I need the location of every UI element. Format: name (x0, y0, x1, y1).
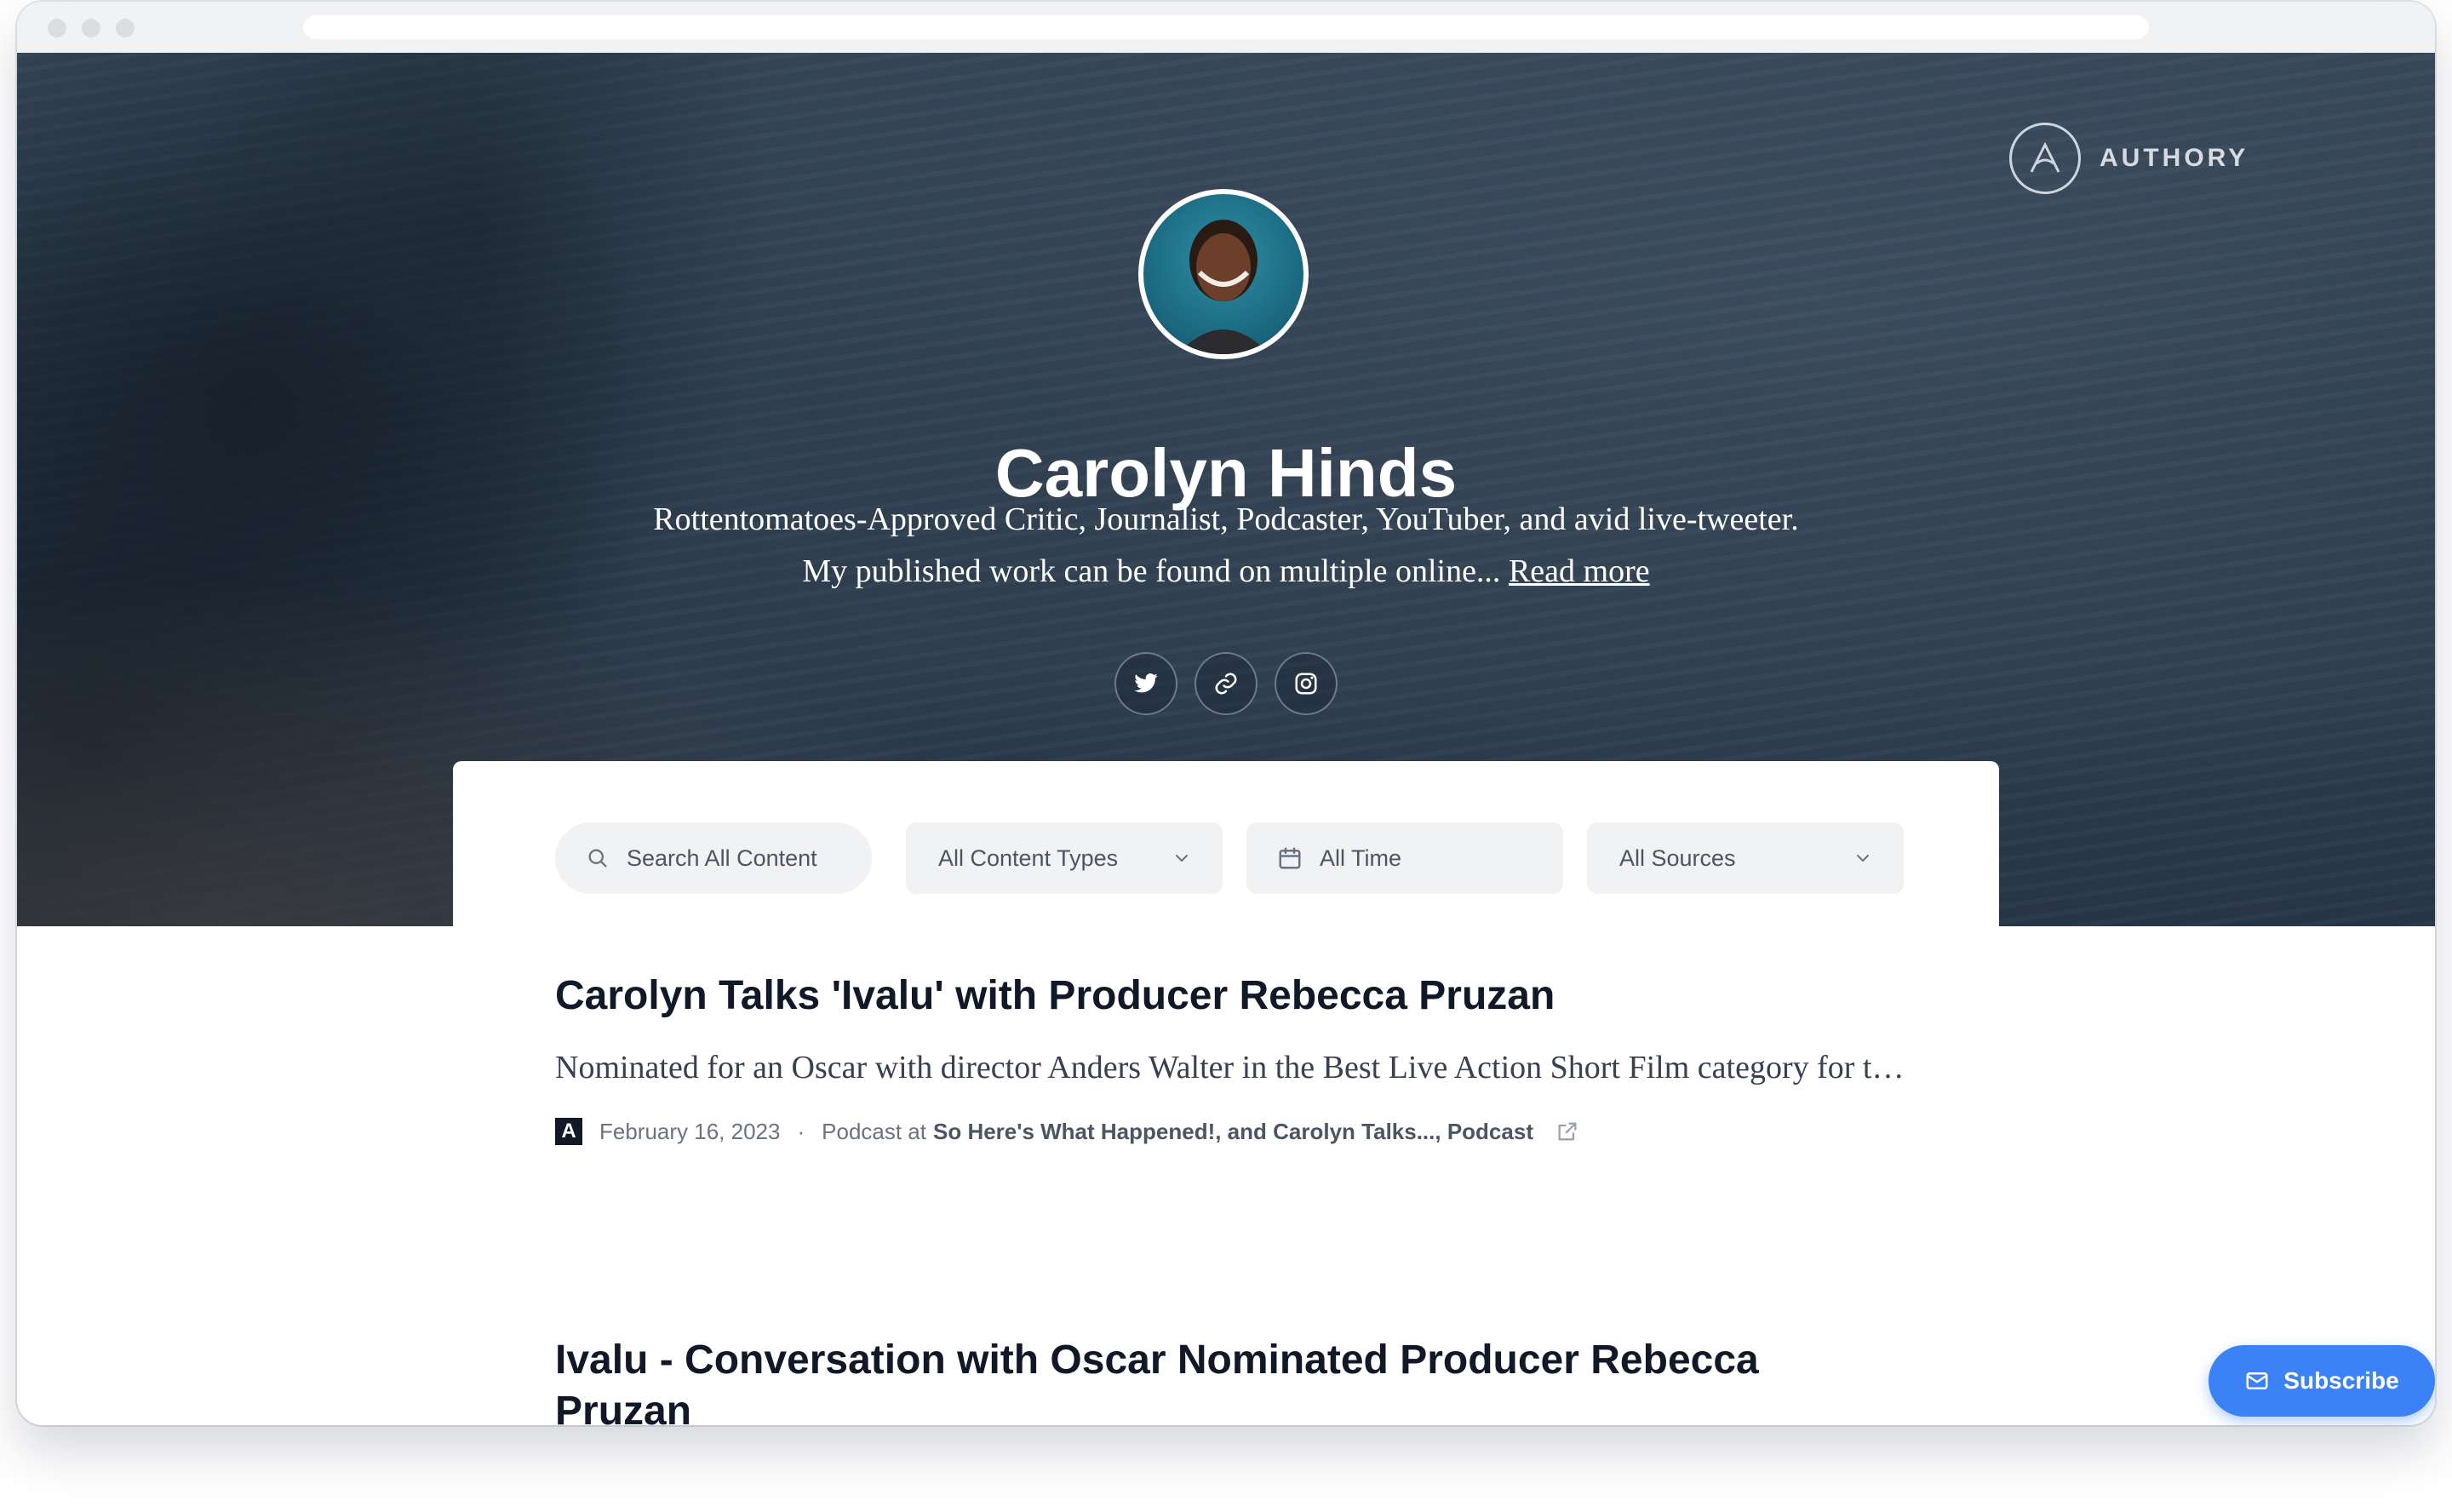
page: AUTHORY Carolyn Hinds Rottentomatoes-App… (0, 0, 2452, 1512)
chevron-down-icon (1172, 848, 1192, 868)
meta-separator: · (797, 1118, 805, 1144)
filters-bar: Search All Content All Content Types All… (453, 761, 1999, 931)
subscribe-label: Subscribe (2283, 1367, 2399, 1394)
avatar (1138, 189, 1309, 359)
browser-window: AUTHORY Carolyn Hinds Rottentomatoes-App… (17, 2, 2435, 1425)
external-link-icon[interactable] (1555, 1120, 1579, 1143)
content-item-title[interactable]: Ivalu - Conversation with Oscar Nominate… (555, 1335, 1883, 1425)
window-zoom-dot[interactable] (116, 19, 135, 37)
instagram-button[interactable] (1275, 652, 1338, 715)
profile-bio: Rottentomatoes-Approved Critic, Journali… (639, 494, 1813, 598)
authory-logo-icon (2009, 123, 2081, 194)
sources-dropdown[interactable]: All Sources (1587, 822, 1904, 894)
chevron-down-icon (1853, 848, 1873, 868)
mail-icon (2246, 1372, 2268, 1389)
social-links (17, 652, 2435, 715)
brand-logo[interactable]: AUTHORY (2009, 123, 2249, 194)
time-range-picker[interactable]: All Time (1246, 822, 1563, 894)
content-item-meta: A February 16, 2023 · Podcast at So Here… (555, 1118, 1917, 1145)
content-item-title[interactable]: Carolyn Talks 'Ivalu' with Producer Rebe… (555, 971, 1917, 1022)
time-range-value: All Time (1320, 845, 1402, 871)
twitter-icon (1134, 673, 1158, 693)
link-icon (1215, 673, 1237, 695)
brand-name: AUTHORY (2100, 144, 2249, 172)
sources-value: All Sources (1619, 845, 1736, 871)
search-placeholder: Search All Content (627, 845, 817, 871)
read-more-link[interactable]: Read more (1509, 553, 1650, 589)
address-bar[interactable] (303, 15, 2149, 39)
content-item-publications[interactable]: So Here's What Happened!, and Carolyn Ta… (933, 1119, 1533, 1145)
browser-titlebar (17, 2, 2435, 53)
subscribe-button[interactable]: Subscribe (2209, 1345, 2435, 1417)
search-icon (586, 846, 610, 870)
window-minimize-dot[interactable] (82, 19, 100, 37)
content-item-type: Podcast at (822, 1118, 926, 1144)
search-input[interactable]: Search All Content (555, 822, 872, 894)
content-item-date: February 16, 2023 (599, 1118, 781, 1144)
instagram-icon (1295, 673, 1317, 695)
twitter-button[interactable] (1114, 652, 1177, 715)
content-item: Ivalu - Conversation with Oscar Nominate… (555, 1335, 1883, 1425)
content-item-description: Nominated for an Oscar with director And… (555, 1050, 1917, 1085)
window-close-dot[interactable] (48, 19, 66, 37)
calendar-icon (1277, 845, 1303, 871)
content-types-dropdown[interactable]: All Content Types (906, 822, 1223, 894)
content-types-value: All Content Types (938, 845, 1119, 871)
content-item: Carolyn Talks 'Ivalu' with Producer Rebe… (555, 971, 1917, 1145)
website-link-button[interactable] (1194, 652, 1258, 715)
source-logo-icon: A (555, 1118, 582, 1145)
